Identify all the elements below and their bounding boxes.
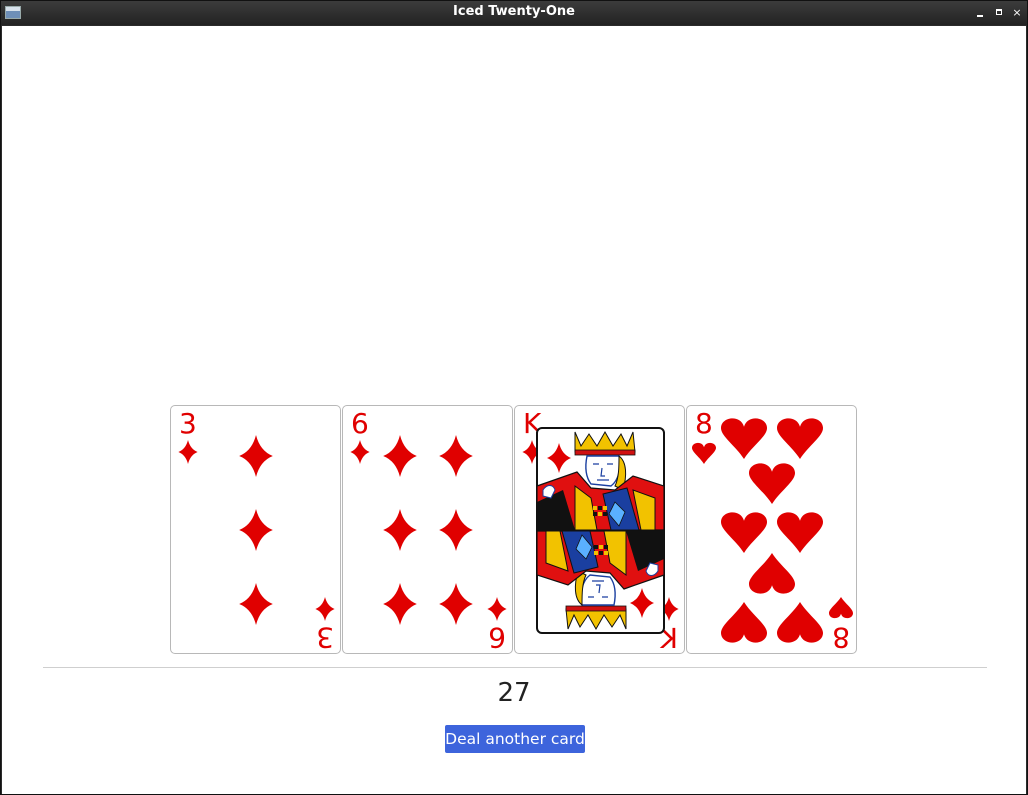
heart-pip-icon: [720, 602, 768, 643]
diamond-pip-icon: [439, 583, 473, 625]
minimize-icon[interactable]: [973, 6, 987, 20]
heart-pip-icon: [748, 463, 796, 504]
card-index-bottom: 8: [828, 597, 854, 654]
deal-another-card-button[interactable]: Deal another card: [445, 725, 585, 753]
title-bar[interactable]: Iced Twenty-One ×: [1, 1, 1027, 25]
card-6-of-diamonds: 66: [342, 405, 513, 654]
card-rank-label: 6: [351, 407, 369, 440]
card-index-bottom: 6: [487, 597, 507, 654]
diamond-index-icon: [350, 440, 370, 464]
card-index-bottom: 3: [315, 597, 335, 654]
close-icon[interactable]: ×: [1010, 6, 1024, 20]
card-rank-label: 8: [832, 621, 850, 654]
heart-pip-icon: [720, 512, 768, 553]
card-face: KK: [522, 407, 679, 653]
card-face: 88: [691, 407, 854, 654]
heart-index-icon: [828, 597, 854, 619]
player-hand: 33 66 KK 88: [170, 405, 862, 656]
main-content: 33 66 KK 88 27 Deal another card: [2, 26, 1026, 794]
diamond-index-icon: [315, 597, 335, 621]
diamond-index-icon: [487, 597, 507, 621]
heart-pip-icon: [776, 418, 824, 459]
card-8-of-hearts: 88: [686, 405, 857, 654]
diamond-pip-icon: [383, 435, 417, 477]
diamond-pip-icon: [439, 435, 473, 477]
card-king-of-diamonds: KK: [514, 405, 685, 654]
diamond-pip-icon: [239, 509, 273, 551]
diamond-pip-icon: [383, 583, 417, 625]
card-rank-label: 3: [179, 407, 197, 440]
card-rank-label: 6: [488, 621, 506, 654]
diamond-pip-icon: [239, 583, 273, 625]
card-index-top: 8: [691, 407, 717, 464]
window-title: Iced Twenty-One: [453, 4, 575, 19]
maximize-icon[interactable]: [992, 6, 1006, 20]
card-face: 66: [350, 407, 507, 654]
card-rank-label: 3: [316, 621, 334, 654]
diamond-pip-icon: [239, 435, 273, 477]
diamond-pip-icon: [383, 509, 417, 551]
hand-total: 27: [497, 678, 531, 708]
king-portrait: [536, 427, 665, 634]
app-window: Iced Twenty-One × 33 66 KK 88 27 Deal an…: [0, 0, 1028, 795]
card-rank-label: 8: [695, 407, 713, 440]
heart-pip-icon: [748, 553, 796, 594]
heart-pip-icon: [776, 512, 824, 553]
diamond-pip-icon: [439, 509, 473, 551]
card-face: 33: [178, 407, 335, 654]
heart-pip-icon: [720, 418, 768, 459]
heart-pip-icon: [776, 602, 824, 643]
heart-index-icon: [691, 442, 717, 464]
card-index-top: 3: [178, 407, 198, 464]
diamond-index-icon: [178, 440, 198, 464]
divider: [43, 667, 987, 668]
card-index-top: 6: [350, 407, 370, 464]
card-3-of-diamonds: 33: [170, 405, 341, 654]
